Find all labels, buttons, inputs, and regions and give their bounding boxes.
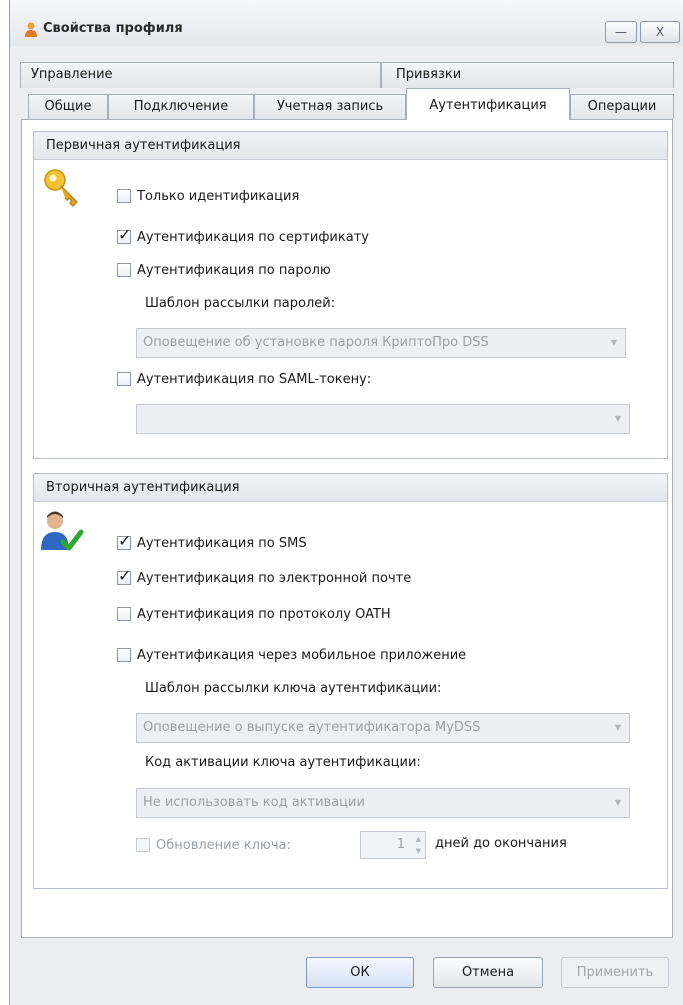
close-button[interactable]: X: [640, 21, 680, 43]
ok-button[interactable]: ОК: [306, 957, 414, 988]
minimize-button[interactable]: —: [605, 21, 637, 43]
saml-auth-checkbox[interactable]: [117, 372, 131, 386]
only-identification-checkbox[interactable]: [117, 189, 131, 203]
key-update-days-spinner[interactable]: 1 ▲ ▼: [360, 831, 426, 859]
chevron-down-icon: ▼: [614, 414, 621, 423]
secondary-auth-header: Вторичная аутентификация: [34, 474, 667, 502]
tab-bindings[interactable]: Привязки: [381, 62, 674, 88]
tab-connection[interactable]: Подключение: [108, 94, 254, 119]
minimize-icon: —: [615, 25, 627, 39]
window-title: Свойства профиля: [43, 21, 183, 36]
check-mark-icon: ✓: [118, 566, 132, 585]
primary-auth-header: Первичная аутентификация: [34, 132, 667, 160]
chevron-down-icon: ▼: [614, 798, 621, 807]
key-template-label: Шаблон рассылки ключа аутентификации:: [145, 681, 442, 696]
spin-up-icon[interactable]: ▲: [416, 835, 421, 843]
title-bar: Свойства профиля — X: [10, 0, 683, 46]
chevron-down-icon: ▼: [610, 338, 617, 347]
oath-auth-checkbox[interactable]: [117, 607, 131, 621]
profile-app-icon: [24, 22, 38, 42]
chevron-down-icon: ▼: [614, 723, 621, 732]
email-auth-checkbox[interactable]: ✓: [117, 566, 131, 585]
password-template-select[interactable]: Оповещение об установке пароля КриптоПро…: [136, 328, 626, 358]
close-icon: X: [655, 25, 665, 39]
tab-general[interactable]: Общие: [28, 94, 108, 119]
days-before-expiry-label: дней до окончания: [435, 836, 567, 851]
password-template-label: Шаблон рассылки паролей:: [145, 296, 336, 311]
spin-down-icon[interactable]: ▼: [416, 847, 421, 855]
check-mark-icon: ✓: [118, 225, 132, 244]
cancel-button[interactable]: Отмена: [433, 957, 543, 988]
apply-button[interactable]: Применить: [561, 957, 669, 988]
user-check-icon: [39, 510, 85, 560]
key-template-select[interactable]: Оповещение о выпуске аутентификатора MyD…: [136, 713, 630, 743]
activation-code-label: Код активации ключа аутентификации:: [145, 755, 421, 770]
profile-properties-window: Свойства профиля — X Управление Привязки…: [9, 0, 683, 1005]
tab-account[interactable]: Учетная запись: [254, 94, 406, 119]
activation-code-select[interactable]: Не использовать код активации ▼: [136, 788, 630, 818]
check-mark-icon: ✓: [118, 531, 132, 550]
key-update-checkbox[interactable]: [136, 838, 150, 852]
password-auth-checkbox[interactable]: [117, 263, 131, 277]
tab-operations[interactable]: Операции: [570, 94, 674, 119]
mobile-auth-checkbox[interactable]: [117, 648, 131, 662]
key-icon: [43, 168, 83, 212]
saml-token-select[interactable]: ▼: [136, 404, 630, 434]
tab-management[interactable]: Управление: [20, 62, 381, 88]
cert-auth-checkbox[interactable]: ✓: [117, 225, 131, 244]
sms-auth-checkbox[interactable]: ✓: [117, 531, 131, 550]
tab-authentication[interactable]: Аутентификация: [406, 88, 570, 120]
